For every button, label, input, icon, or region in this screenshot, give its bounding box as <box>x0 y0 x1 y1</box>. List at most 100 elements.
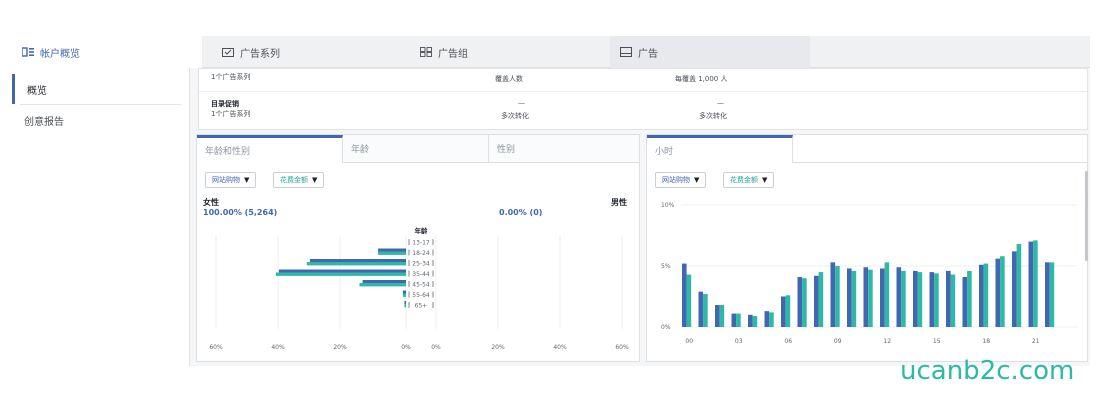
hour-bar[interactable] <box>818 272 824 327</box>
hour-bar[interactable] <box>1045 262 1050 327</box>
hour-bar[interactable] <box>863 267 869 327</box>
age-category-label: 55-64 <box>412 292 430 299</box>
age-bar[interactable] <box>404 304 406 308</box>
hour-bar[interactable] <box>896 267 902 327</box>
hour-bar[interactable] <box>1016 244 1022 327</box>
hour-bar[interactable] <box>847 268 852 327</box>
conversion-filter-dropdown[interactable]: 网站购物 ▼ <box>205 172 257 188</box>
age-bar[interactable] <box>359 283 407 287</box>
age-gender-chart: 年龄 13-17 18-24 25-34 35-44 45-54 55-64 65+ 60% 40… <box>209 226 629 351</box>
hour-bar[interactable] <box>802 278 807 327</box>
conversion-filter-dropdown[interactable]: 网站购物 ▼ <box>655 172 707 188</box>
hour-bar[interactable] <box>719 305 725 327</box>
hour-bar[interactable] <box>962 276 968 327</box>
summary-ad-name[interactable]: 目录促销 <box>211 99 239 109</box>
hour-bar[interactable] <box>785 295 791 327</box>
age-bar[interactable] <box>275 272 406 276</box>
hour-bar[interactable] <box>934 273 939 327</box>
account-overview-icon <box>21 47 34 57</box>
tab-campaigns[interactable]: 广告系列 <box>212 36 402 68</box>
hour-bar[interactable] <box>752 316 758 327</box>
hour-bar[interactable] <box>950 274 956 327</box>
x-tick-label: 0% <box>431 344 441 351</box>
x-tick-label: 0% <box>401 344 411 351</box>
divider <box>199 91 1087 92</box>
hour-bar[interactable] <box>995 258 1001 327</box>
tab-age-gender[interactable]: 年龄和性别 <box>197 135 343 163</box>
hour-bar[interactable] <box>1028 241 1034 327</box>
female-value: 100.00% (5,264) <box>203 208 278 217</box>
hour-bar[interactable] <box>868 269 873 327</box>
summary-metric-label: 覆盖人数 <box>495 75 523 83</box>
hour-bar[interactable] <box>797 276 803 327</box>
hour-bar[interactable] <box>715 305 720 327</box>
hour-bar[interactable] <box>814 275 819 327</box>
age-bar[interactable] <box>404 301 406 305</box>
x-tick-label: 00 <box>685 338 693 345</box>
tab-account-overview[interactable]: 帐户概览 <box>12 36 202 68</box>
hour-bar[interactable] <box>884 262 890 327</box>
sidebar-item-creative-report[interactable]: 创意报告 <box>12 105 189 135</box>
hour-bar[interactable] <box>967 270 972 327</box>
hour-bar[interactable] <box>1000 256 1005 327</box>
hour-bar[interactable] <box>682 263 687 327</box>
tab-gender[interactable]: 性别 <box>489 135 639 163</box>
hour-bar[interactable] <box>880 268 885 327</box>
metric-filter-dropdown[interactable]: 花费金额 ▼ <box>723 172 775 188</box>
hour-bar[interactable] <box>703 294 708 327</box>
hour-bar[interactable] <box>1033 240 1038 327</box>
hour-bar[interactable] <box>698 291 704 327</box>
hour-bar[interactable] <box>835 266 840 327</box>
tab-hour[interactable]: 小时 <box>647 135 793 163</box>
dropdown-label: 花费金额 <box>730 176 758 184</box>
tab-adsets[interactable]: 广告组 <box>410 36 604 68</box>
hour-bar[interactable] <box>929 272 935 327</box>
panel-tab-label: 年龄 <box>351 145 370 155</box>
male-label: 男性 <box>611 198 627 207</box>
hour-bar[interactable] <box>736 313 741 327</box>
hour-bar[interactable] <box>913 270 918 327</box>
hour-bar[interactable] <box>946 270 951 327</box>
age-bar[interactable] <box>309 259 406 263</box>
age-bar[interactable] <box>306 262 406 266</box>
watermark-text: ucanb2c.com <box>900 356 1075 386</box>
sidebar-item-overview[interactable]: 概览 <box>12 74 189 104</box>
panel-tab-label: 小时 <box>655 147 674 157</box>
hour-bar[interactable] <box>851 270 857 327</box>
age-category-label: 25-34 <box>412 261 430 268</box>
scrollbar[interactable] <box>1085 171 1088 261</box>
age-bar[interactable] <box>402 290 406 294</box>
y-tick-label: 10% <box>661 202 675 209</box>
tab-label: 广告 <box>638 48 658 60</box>
female-label: 女性 <box>203 198 219 207</box>
hour-bar[interactable] <box>764 311 770 327</box>
panel-tab-label: 年龄和性别 <box>205 147 251 157</box>
tab-age[interactable]: 年龄 <box>343 135 489 163</box>
adset-icon <box>420 47 432 57</box>
hour-bar[interactable] <box>917 272 923 327</box>
tab-label: 广告系列 <box>240 48 280 60</box>
x-tick-label: 15 <box>933 338 941 345</box>
hour-bar[interactable] <box>781 296 786 328</box>
age-category-label: 35-44 <box>412 271 430 278</box>
hour-bar[interactable] <box>686 274 692 327</box>
ads-manager-window: 帐户概览 广告系列 广告组 广告 概览 创意报告 1个广告系列 覆盖人数 每覆盖… <box>12 36 1090 366</box>
age-bar[interactable] <box>278 269 406 273</box>
hour-bar[interactable] <box>979 264 984 327</box>
tab-ads[interactable]: 广告 <box>610 36 810 68</box>
summary-cost-value: — <box>717 99 724 107</box>
tab-label: 广告组 <box>438 48 468 60</box>
hour-bar[interactable] <box>1049 262 1055 327</box>
age-bar[interactable] <box>362 280 406 284</box>
hour-bar[interactable] <box>830 262 836 327</box>
hour-bar[interactable] <box>748 314 753 327</box>
age-bar[interactable] <box>378 251 406 255</box>
hour-bar[interactable] <box>769 312 774 327</box>
hour-bar[interactable] <box>901 270 906 327</box>
age-bar[interactable] <box>378 248 406 252</box>
hour-bar[interactable] <box>1012 251 1017 327</box>
metric-filter-dropdown[interactable]: 花费金额 ▼ <box>273 172 325 188</box>
hour-bar[interactable] <box>983 263 989 327</box>
age-bar[interactable] <box>402 293 406 297</box>
hour-bar[interactable] <box>731 313 737 327</box>
